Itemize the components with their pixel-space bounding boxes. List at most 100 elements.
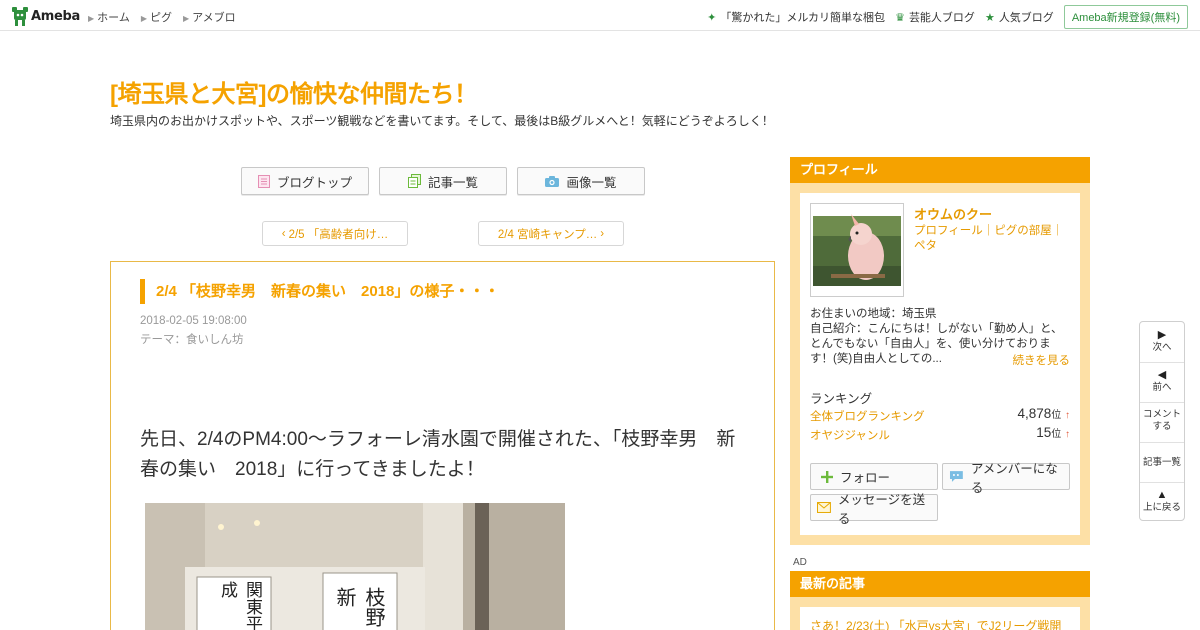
float-prev-button[interactable]: ◀ 前へ — [1140, 368, 1184, 394]
blog-title[interactable]: [埼玉県と大宮]の愉快な仲間たち！ — [110, 74, 478, 109]
float-next-button[interactable]: ▶ 次へ — [1140, 328, 1184, 354]
nav-ameblo[interactable]: ▶ アメブロ — [183, 9, 236, 25]
float-entry-list-button[interactable]: 記事一覧 — [1140, 457, 1184, 469]
nav-pigg[interactable]: ▶ ピグ — [141, 9, 172, 25]
ranking-name[interactable]: オヤジジャンル — [810, 430, 890, 442]
ameba-mascot-icon — [12, 6, 28, 26]
article: 2/4 「枝野幸男 新春の集い 2018」の様子・・・ 2018-02-05 1… — [110, 261, 775, 630]
celeb-blog-label: 芸能人ブログ — [908, 12, 975, 24]
next-entry-link[interactable]: 2/4 宮崎キャンプ… › — [478, 221, 624, 246]
profile-name[interactable]: オウムのクー — [914, 204, 992, 223]
star-icon: ★ — [984, 11, 995, 24]
ameba-logo[interactable]: Ameba — [12, 6, 80, 26]
ad-label: AD — [793, 557, 807, 568]
amember-label: アメンバーになる — [970, 461, 1058, 495]
divider — [1140, 482, 1184, 483]
article-body: 先日、2/4のPM4:00～ラフォーレ清水園で開催された、「枝野幸男 新春の集い… — [140, 429, 736, 480]
float-next-label: 次へ — [1152, 342, 1172, 353]
next-entry-label: 2/4 宮崎キャンプ… — [497, 228, 598, 241]
triangle-up-icon: ▲ — [1156, 489, 1168, 501]
floating-nav: ▶ 次へ ◀ 前へ コメントする 記事一覧 ▲ 上に戻る — [1139, 321, 1185, 521]
article-title[interactable]: 2/4 「枝野幸男 新春の集い 2018」の様子・・・ — [140, 279, 499, 304]
ranking-row: 全体ブログランキング 4,878位 ↑ — [810, 406, 1070, 424]
profile-links[interactable]: プロフィール｜ピグの部屋｜ペタ — [914, 224, 1074, 254]
ranking-up-icon: ↑ — [1065, 410, 1070, 421]
blog-top-label: ブログトップ — [276, 175, 352, 190]
ranking-unit: 位 — [1051, 429, 1062, 440]
nav-pigg-label: ピグ — [149, 12, 172, 24]
photo-sign-1: 関東平成 — [217, 581, 262, 630]
triangle-left-icon: ◀ — [1157, 369, 1167, 381]
latest-entry-link[interactable]: さあ！2/23(土) 「水戸vs大宮」でJ2リーグ戦開 — [810, 617, 1061, 630]
ranking-label: ランキング — [810, 392, 873, 406]
popular-blog-link[interactable]: ★ 人気ブログ — [985, 9, 1054, 25]
article-photo[interactable]: 関東平成 枝野新 — [145, 503, 565, 630]
article-theme: テーマ：食いしん坊 — [140, 331, 244, 347]
logo-text: Ameba — [31, 8, 81, 24]
chevron-right-icon: ▶ — [88, 14, 95, 23]
ranking-up-icon: ↑ — [1065, 429, 1070, 440]
blog-top-button[interactable]: ブログトップ — [241, 167, 369, 195]
latest-card: さあ！2/23(土) 「水戸vs大宮」でJ2リーグ戦開 — [800, 607, 1080, 630]
avatar[interactable] — [810, 203, 904, 297]
profile-more-link[interactable]: 続きを見る — [1013, 352, 1071, 368]
float-top-label: 上に戻る — [1142, 502, 1181, 513]
ranking-unit: 位 — [1051, 410, 1062, 421]
latest-header: 最新の記事 — [790, 571, 1090, 597]
register-button[interactable]: Ameba新規登録(無料) — [1063, 5, 1188, 29]
entry-list-label: 記事一覧 — [427, 175, 478, 190]
latest-panel: さあ！2/23(土) 「水戸vs大宮」でJ2リーグ戦開 — [790, 597, 1090, 630]
nav-home-label: ホーム — [97, 12, 130, 24]
profile-header: プロフィール — [790, 157, 1090, 183]
profile-panel: オウムのクー プロフィール｜ピグの部屋｜ペタ お住まいの地域：埼玉県 自己紹介：… — [790, 183, 1090, 545]
float-prev-label: 前へ — [1152, 382, 1172, 393]
chevron-left-icon: ‹ — [281, 227, 286, 240]
triangle-right-icon: ▶ — [1157, 329, 1167, 341]
follow-label: フォロー — [840, 471, 891, 485]
celeb-blog-link[interactable]: ♛ 芸能人ブログ — [895, 9, 975, 25]
blog-description: 埼玉県内のお出かけスポットや、スポーツ観戦などを書いてます。そして、最後はB級グ… — [110, 114, 774, 128]
ranking-row: オヤジジャンル 15位 ↑ — [810, 425, 1070, 443]
theme-link[interactable]: 食いしん坊 — [186, 334, 244, 346]
crown-icon: ♛ — [895, 11, 905, 24]
theme-label: テーマ： — [140, 334, 186, 346]
header-right: ✦ 「驚かれた」メルカリ簡単な梱包 ♛ 芸能人ブログ ★ 人気ブログ Ameba新規登… — [707, 5, 1188, 29]
photo-sign-2: 枝野新 — [335, 587, 386, 627]
prev-entry-link[interactable]: ‹ 2/5 「高齢者向け… — [262, 221, 408, 246]
message-button[interactable]: メッセージを送る — [810, 493, 938, 526]
nav-ameblo-label: アメブロ — [192, 12, 236, 24]
ranking-value: 15位 ↑ — [1036, 425, 1070, 440]
profile-card: オウムのクー プロフィール｜ピグの部屋｜ペタ お住まいの地域：埼玉県 自己紹介：… — [800, 193, 1080, 535]
cockatoo-avatar-icon — [811, 204, 903, 296]
image-list-button[interactable]: 画像一覧 — [517, 167, 645, 195]
prev-entry-label: 2/5 「高齢者向け… — [288, 228, 389, 241]
global-header: Ameba ▶ ホーム ▶ ピグ ▶ アメブロ ✦ 「驚かれた」メルカリ簡単な梱包 ♛ 芸… — [0, 0, 1200, 31]
divider — [1140, 442, 1184, 443]
promo-link[interactable]: ✦ 「驚かれた」メルカリ簡単な梱包 — [707, 9, 885, 25]
ranking-name[interactable]: 全体ブログランキング — [810, 411, 925, 423]
nav-home[interactable]: ▶ ホーム — [88, 9, 130, 25]
sparkle-icon: ✦ — [707, 11, 717, 24]
entry-list-button[interactable]: 記事一覧 — [379, 167, 507, 195]
plus-icon — [821, 470, 833, 483]
divider — [1140, 402, 1184, 403]
follow-button[interactable]: フォロー — [810, 463, 938, 490]
envelope-icon — [817, 502, 831, 513]
document-icon — [257, 174, 270, 188]
ranking-number: 4,878 — [1017, 406, 1052, 421]
documents-icon — [407, 174, 421, 188]
divider — [1140, 362, 1184, 363]
ranking-number: 15 — [1036, 425, 1052, 440]
header-nav: ▶ ホーム ▶ ピグ ▶ アメブロ — [88, 9, 236, 25]
chevron-right-icon: › — [600, 227, 605, 240]
popular-blog-label: 人気ブログ — [998, 12, 1054, 24]
camera-icon — [545, 175, 560, 187]
float-comment-label: コメントする — [1143, 409, 1182, 432]
float-comment-button[interactable]: コメントする — [1140, 409, 1184, 433]
image-list-label: 画像一覧 — [566, 175, 617, 190]
float-top-button[interactable]: ▲ 上に戻る — [1140, 488, 1184, 514]
amember-button[interactable]: アメンバーになる — [942, 462, 1070, 495]
chevron-right-icon: ▶ — [140, 14, 147, 23]
message-label: メッセージを送る — [837, 492, 926, 526]
promo-label: 「驚かれた」メルカリ簡単な梱包 — [720, 12, 886, 24]
